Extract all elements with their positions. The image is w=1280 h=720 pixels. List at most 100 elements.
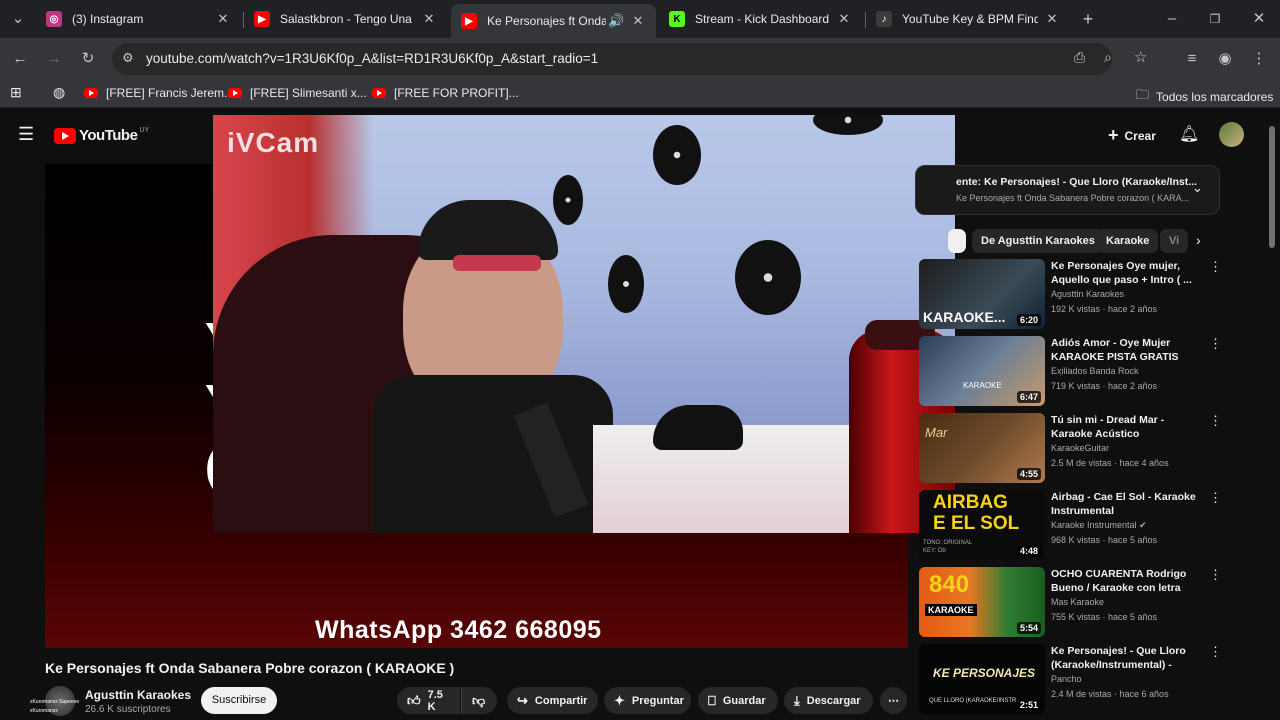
- new-tab-plus-icon[interactable]: +: [1076, 7, 1100, 31]
- video-thumbnail[interactable]: 840 KARAOKE 5:54: [919, 567, 1045, 637]
- recommendation-item[interactable]: KARAOKE... 6:20 Ke Personajes Oye mujer,…: [919, 259, 1222, 329]
- account-avatar[interactable]: [1219, 122, 1244, 147]
- video-thumbnail[interactable]: KE PERSONAJES QUE LLORO (KARAOKE/INSTR..…: [919, 644, 1045, 714]
- video-title[interactable]: Tú sin mi - Dread Mar - Karaoke Acústico: [1051, 413, 1201, 441]
- tab-kick-dashboard[interactable]: K Stream - Kick Dashboard ✕: [659, 6, 862, 32]
- chip-karaoke[interactable]: Karaoke: [1097, 229, 1159, 253]
- recommendation-item[interactable]: KARAOKE 6:47 Adiós Amor - Oye Mujer KARA…: [919, 336, 1222, 406]
- apps-grid-icon[interactable]: ⊞: [10, 84, 22, 101]
- channel-name[interactable]: KaraokeGuitar: [1051, 443, 1109, 453]
- url-text[interactable]: youtube.com/watch?v=1R3U6Kf0p_A&list=RD1…: [146, 51, 598, 66]
- channel-name[interactable]: Pancho: [1051, 674, 1082, 684]
- ask-button[interactable]: ✦ Preguntar: [604, 687, 691, 714]
- video-thumbnail[interactable]: Mar 4:55: [919, 413, 1045, 483]
- video-thumbnail[interactable]: KARAOKE 6:47: [919, 336, 1045, 406]
- speaker-icon[interactable]: 🔊: [608, 13, 624, 29]
- chevron-right-icon[interactable]: ›: [1196, 232, 1201, 248]
- install-app-icon[interactable]: ⎙: [1074, 49, 1085, 66]
- video-title[interactable]: Adiós Amor - Oye Mujer KARAOKE PISTA GRA…: [1051, 336, 1201, 366]
- bookmark-label: [FREE FOR PROFIT]...: [394, 86, 519, 100]
- globe-icon[interactable]: ◍: [53, 84, 65, 101]
- bookmark-item[interactable]: [FREE FOR PROFIT]...: [372, 86, 519, 100]
- video-title[interactable]: Ke Personajes Oye mujer, Aquello que pas…: [1051, 259, 1201, 287]
- like-button[interactable]: 👍︎ 7.5 K: [397, 687, 460, 714]
- more-options-icon[interactable]: ⋮: [1209, 336, 1222, 352]
- video-thumbnail[interactable]: AIRBAG E EL SOL TONO: ORIGINAL KEY: Db 4…: [919, 490, 1045, 560]
- site-settings-icon[interactable]: ⚙: [122, 50, 134, 66]
- tab-ke-personajes[interactable]: ▶ Ke Personajes ft Onda Sa 🔊 ✕: [451, 4, 656, 38]
- thumb-caption: AIRBAG E EL SOL: [933, 492, 1020, 534]
- playlist-panel[interactable]: ente: Ke Personajes! - Que Lloro (Karaok…: [915, 165, 1220, 215]
- all-bookmarks[interactable]: 🗀 Todos los marcadores: [1136, 86, 1273, 108]
- more-options-icon[interactable]: ⋮: [1209, 413, 1222, 429]
- reload-icon[interactable]: ↻: [76, 47, 100, 71]
- profile-icon[interactable]: ◉: [1213, 47, 1237, 71]
- ask-label: Preguntar: [631, 694, 684, 707]
- dislike-button[interactable]: 👎︎: [461, 687, 497, 714]
- chip-channel[interactable]: De Agusttin Karaokes: [972, 229, 1104, 253]
- hamburger-menu-icon[interactable]: ☰: [18, 124, 34, 145]
- duration-badge: 6:20: [1016, 314, 1041, 326]
- tab-title: Salastkbron - Tengo Una Ca: [280, 12, 415, 26]
- video-title[interactable]: Ke Personajes! - Que Lloro (Karaoke/Inst…: [1051, 644, 1201, 674]
- recommendation-item[interactable]: 840 KARAOKE 5:54 OCHO CUARENTA Rodrigo B…: [919, 567, 1222, 637]
- more-options-icon[interactable]: ⋮: [1209, 567, 1222, 583]
- close-icon[interactable]: ✕: [836, 11, 852, 27]
- more-options-icon[interactable]: ⋮: [1209, 490, 1222, 506]
- back-arrow-icon[interactable]: ←: [8, 47, 32, 71]
- video-title[interactable]: Airbag - Cae El Sol - Karaoke Instrument…: [1051, 490, 1201, 518]
- chip-all[interactable]: [948, 229, 966, 253]
- tab-search-icon[interactable]: ⌄: [6, 7, 30, 31]
- duration-badge: 5:54: [1016, 622, 1041, 634]
- page-scrollbar[interactable]: [1269, 126, 1275, 248]
- tab-instagram[interactable]: ◎ (3) Instagram ✕: [36, 6, 241, 32]
- thumb-key-text: KEY: Db: [923, 548, 946, 554]
- media-control-icon[interactable]: ≡: [1180, 47, 1204, 71]
- star-bookmark-icon[interactable]: ☆: [1134, 48, 1147, 66]
- restore-icon[interactable]: ❐: [1203, 7, 1227, 31]
- channel-name[interactable]: Agusttin Karaokes: [85, 688, 191, 702]
- create-label: Crear: [1124, 128, 1156, 143]
- vinyl-record-decoration: [653, 125, 701, 185]
- forward-arrow-icon[interactable]: →: [42, 47, 66, 71]
- video-thumbnail[interactable]: KARAOKE... 6:20: [919, 259, 1045, 329]
- whatsapp-caption: WhatsApp 3462 668095: [315, 616, 602, 644]
- address-bar[interactable]: ⚙ youtube.com/watch?v=1R3U6Kf0p_A&list=R…: [112, 43, 1147, 75]
- more-actions-button[interactable]: ⋯: [880, 687, 907, 714]
- channel-name[interactable]: Exiliados Banda Rock: [1051, 366, 1139, 376]
- thumb-caption: KARAOKE: [963, 381, 1002, 390]
- tab-salastkbron[interactable]: ▶ Salastkbron - Tengo Una Ca ✕: [244, 6, 447, 32]
- bookmark-item[interactable]: [FREE] Francis Jerem...: [84, 86, 234, 100]
- notifications-bell-icon[interactable]: 🔔︎: [1179, 124, 1199, 144]
- chevron-down-icon[interactable]: ⌄: [1192, 180, 1203, 196]
- close-icon[interactable]: ✕: [421, 11, 437, 27]
- zoom-icon[interactable]: ⌕: [1104, 49, 1112, 66]
- minimize-icon[interactable]: –: [1160, 7, 1184, 31]
- save-button[interactable]: ⎕ Guardar: [698, 687, 778, 714]
- recommendation-item[interactable]: AIRBAG E EL SOL TONO: ORIGINAL KEY: Db 4…: [919, 490, 1222, 560]
- close-icon[interactable]: ✕: [1044, 11, 1060, 27]
- chip-more[interactable]: Vi: [1160, 229, 1188, 253]
- close-icon[interactable]: ✕: [215, 11, 231, 27]
- channel-name[interactable]: Mas Karaoke: [1051, 597, 1104, 607]
- channel-name[interactable]: Agusttin Karaokes: [1051, 289, 1124, 299]
- bookmark-item[interactable]: [FREE] Slimesanti x...: [228, 86, 367, 100]
- more-menu-icon[interactable]: ⋮: [1247, 47, 1271, 71]
- subscribe-button[interactable]: Suscribirse: [201, 687, 277, 714]
- close-icon[interactable]: ✕: [630, 13, 646, 29]
- channel-name[interactable]: Karaoke Instrumental ✔: [1051, 520, 1147, 531]
- youtube-logo[interactable]: YouTube UY: [54, 127, 149, 144]
- country-code: UY: [139, 127, 150, 134]
- more-options-icon[interactable]: ⋮: [1209, 644, 1222, 660]
- tab-key-bpm-finder[interactable]: ♪ YouTube Key & BPM Finder ✕: [866, 6, 1070, 32]
- share-button[interactable]: ↪ Compartir: [507, 687, 598, 714]
- more-options-icon[interactable]: ⋮: [1209, 259, 1222, 275]
- recommendation-item[interactable]: KE PERSONAJES QUE LLORO (KARAOKE/INSTR..…: [919, 644, 1222, 714]
- create-button[interactable]: + Crear: [1108, 125, 1156, 146]
- window-close-icon[interactable]: ✕: [1247, 7, 1271, 31]
- video-title[interactable]: OCHO CUARENTA Rodrigo Bueno / Karaoke co…: [1051, 567, 1201, 595]
- download-button[interactable]: ⤓ Descargar: [784, 687, 873, 714]
- video-meta: 2.4 M de vistas · hace 6 años: [1051, 689, 1169, 699]
- recommendation-item[interactable]: Mar 4:55 Tú sin mi - Dread Mar - Karaoke…: [919, 413, 1222, 483]
- playlist-subtitle: Ke Personajes ft Onda Sabanera Pobre cor…: [956, 193, 1190, 203]
